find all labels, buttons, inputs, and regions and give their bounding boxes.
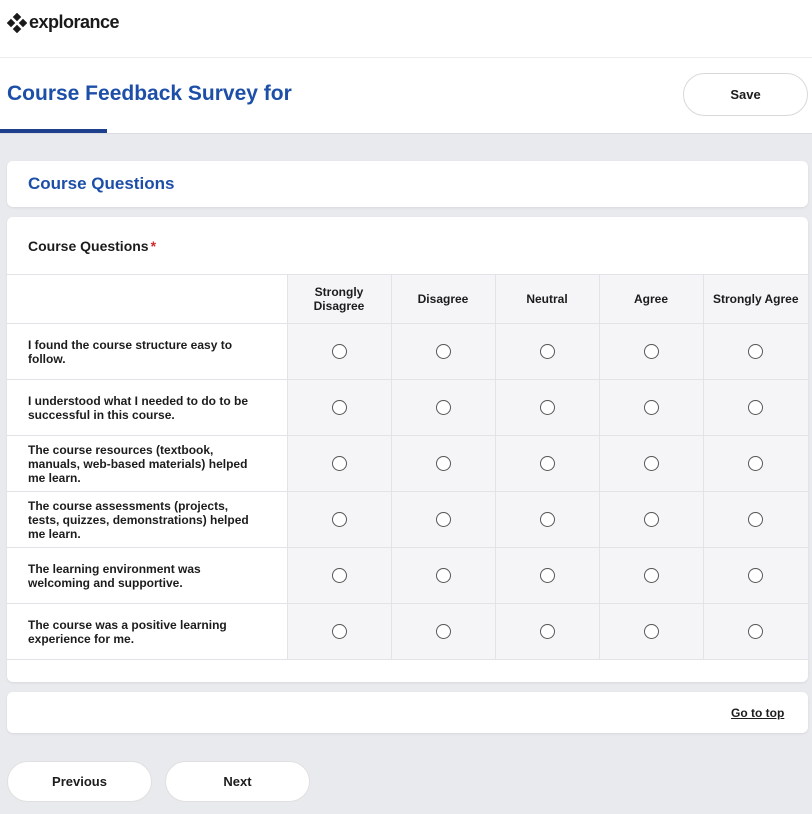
radio-button[interactable]: [643, 623, 659, 639]
matrix-header-row: Strongly Disagree Disagree Neutral Agree…: [7, 274, 808, 324]
radio-button[interactable]: [539, 455, 555, 471]
radio-button[interactable]: [643, 343, 659, 359]
option-cell: [702, 547, 808, 604]
explorance-logo[interactable]: explorance: [7, 12, 120, 33]
option-cell: [286, 435, 391, 492]
radio-button[interactable]: [435, 399, 451, 415]
statement-text: I found the course structure easy to fol…: [7, 323, 287, 380]
column-header: Strongly Disagree: [286, 274, 391, 324]
radio-button[interactable]: [748, 343, 764, 359]
radio-button[interactable]: [331, 623, 347, 639]
statement-text: The course resources (textbook, manuals,…: [7, 435, 287, 492]
table-row: The course resources (textbook, manuals,…: [7, 435, 808, 492]
radio-button[interactable]: [748, 567, 764, 583]
top-bar: explorance: [0, 0, 812, 58]
question-card: Course Questions * Strongly Disagree Disa…: [7, 217, 808, 682]
statement-column-header: [7, 274, 287, 324]
option-cell: [390, 547, 495, 604]
table-row: The course assessments (projects, tests,…: [7, 491, 808, 548]
statement-text: The course assessments (projects, tests,…: [7, 491, 287, 548]
radio-button[interactable]: [748, 623, 764, 639]
option-cell: [702, 435, 808, 492]
option-cell: [598, 323, 703, 380]
diamond-cluster-icon: [7, 12, 27, 33]
option-cell: [286, 491, 391, 548]
previous-button[interactable]: Previous: [7, 761, 152, 802]
radio-button[interactable]: [539, 623, 555, 639]
option-cell: [598, 603, 703, 660]
radio-button[interactable]: [643, 399, 659, 415]
option-cell: [390, 379, 495, 436]
statement-text: The learning environment was welcoming a…: [7, 547, 287, 604]
radio-button[interactable]: [643, 511, 659, 527]
statement-text: The course was a positive learning exper…: [7, 603, 287, 660]
radio-button[interactable]: [748, 455, 764, 471]
radio-button[interactable]: [331, 455, 347, 471]
question-label-text: Course Questions: [28, 238, 149, 254]
option-cell: [390, 323, 495, 380]
radio-button[interactable]: [539, 567, 555, 583]
statement-text: I understood what I needed to do to be s…: [7, 379, 287, 436]
option-cell: [598, 547, 703, 604]
option-cell: [702, 603, 808, 660]
option-cell: [390, 435, 495, 492]
option-cell: [286, 547, 391, 604]
option-cell: [286, 603, 391, 660]
radio-button[interactable]: [331, 567, 347, 583]
radio-button[interactable]: [643, 455, 659, 471]
page-title: Course Feedback Survey for: [7, 82, 292, 105]
likert-matrix: Strongly Disagree Disagree Neutral Agree…: [7, 274, 808, 660]
option-cell: [702, 491, 808, 548]
column-header: Disagree: [390, 274, 495, 324]
option-cell: [494, 323, 599, 380]
option-cell: [598, 491, 703, 548]
go-to-top-card: Go to top: [7, 692, 808, 733]
radio-button[interactable]: [539, 399, 555, 415]
go-to-top-link[interactable]: Go to top: [731, 706, 784, 720]
radio-button[interactable]: [435, 343, 451, 359]
logo-text: explorance: [29, 12, 120, 32]
radio-button[interactable]: [331, 511, 347, 527]
table-row: The learning environment was welcoming a…: [7, 547, 808, 604]
radio-button[interactable]: [748, 399, 764, 415]
question-label: Course Questions *: [28, 238, 156, 254]
option-cell: [390, 603, 495, 660]
column-header: Strongly Agree: [702, 274, 808, 324]
table-row: I found the course structure easy to fol…: [7, 323, 808, 380]
radio-button[interactable]: [331, 343, 347, 359]
table-row: The course was a positive learning exper…: [7, 603, 808, 660]
radio-button[interactable]: [435, 455, 451, 471]
option-cell: [494, 435, 599, 492]
option-cell: [286, 323, 391, 380]
required-mark: *: [150, 238, 157, 254]
radio-button[interactable]: [539, 343, 555, 359]
radio-button[interactable]: [435, 567, 451, 583]
option-cell: [702, 379, 808, 436]
column-header: Agree: [598, 274, 703, 324]
next-button[interactable]: Next: [165, 761, 310, 802]
section-header-card: Course Questions: [7, 161, 808, 207]
column-header: Neutral: [494, 274, 599, 324]
section-title: Course Questions: [28, 174, 175, 193]
option-cell: [702, 323, 808, 380]
radio-button[interactable]: [539, 511, 555, 527]
radio-button[interactable]: [643, 567, 659, 583]
option-cell: [494, 547, 599, 604]
option-cell: [494, 379, 599, 436]
table-row: I understood what I needed to do to be s…: [7, 379, 808, 436]
option-cell: [494, 603, 599, 660]
option-cell: [286, 379, 391, 436]
radio-button[interactable]: [748, 511, 764, 527]
header-divider: [0, 133, 812, 134]
radio-button[interactable]: [435, 623, 451, 639]
option-cell: [598, 379, 703, 436]
save-button[interactable]: Save: [683, 73, 808, 116]
option-cell: [494, 491, 599, 548]
option-cell: [390, 491, 495, 548]
radio-button[interactable]: [435, 511, 451, 527]
radio-button[interactable]: [331, 399, 347, 415]
option-cell: [598, 435, 703, 492]
